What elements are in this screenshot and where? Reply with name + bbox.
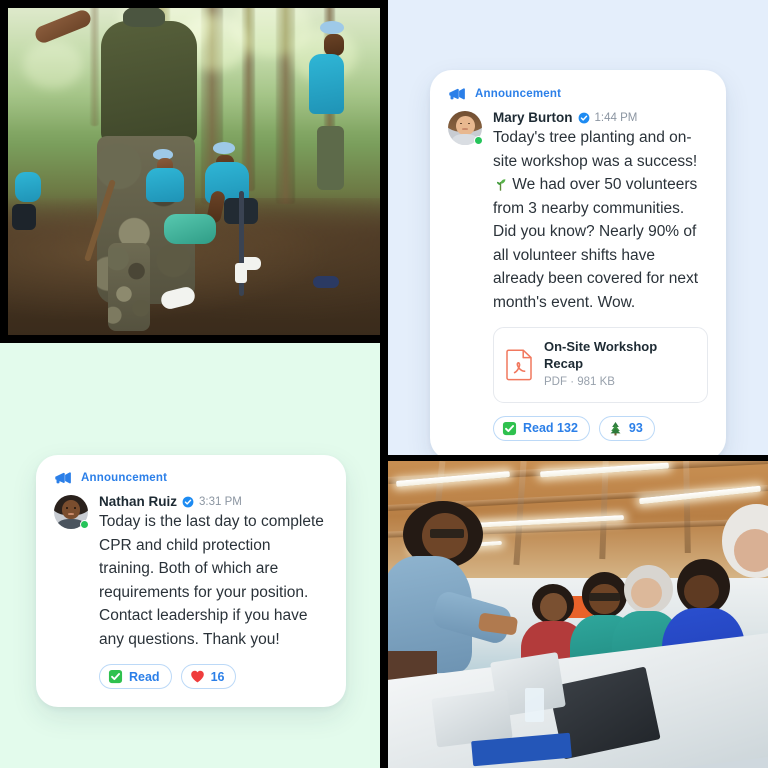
message-text: Today is the last day to complete CPR an… [99,513,324,648]
reaction-pill-read[interactable]: Read [99,664,172,690]
message-text-part-1: Today's tree planting and on-site worksh… [493,129,698,170]
pdf-file-icon [506,349,532,381]
green-check-emoji [502,421,517,435]
reaction-label: 93 [628,421,643,436]
workshop-scene [388,461,768,768]
message-timestamp: 1:44 PM [594,111,638,124]
online-status-dot [474,136,483,145]
photo-workshop [388,461,768,768]
reaction-pill-read[interactable]: Read 132 [493,415,590,441]
evergreen-tree-emoji [610,421,621,436]
red-heart-emoji [190,671,204,683]
panel-announcement-nathan: Announcement Nathan Ruiz 3:31 PM Today i… [0,343,380,768]
green-check-emoji [108,670,123,684]
verified-check-icon [182,496,194,507]
message-text: Today's tree planting and on-site worksh… [493,126,708,314]
message-text-part-2: We had over 50 volunteers from 3 nearby … [493,176,699,311]
sender-line: Nathan Ruiz 3:31 PM [99,494,328,509]
message-timestamp: 3:31 PM [199,495,242,508]
announcement-card-mary[interactable]: Announcement Mary Burton 1:44 PM Today's… [430,70,726,455]
sender-name: Nathan Ruiz [99,494,178,509]
reaction-label: Read [129,669,160,684]
announcement-label: Announcement [475,88,562,100]
attachment-meta: PDF · 981 KB [544,376,615,389]
reaction-pill-tree[interactable]: 93 [598,415,655,441]
attachment-name: On-Site Workshop Recap [544,339,658,372]
sender-line: Mary Burton 1:44 PM [493,110,708,125]
avatar[interactable] [54,495,89,529]
online-status-dot [80,520,89,529]
announcement-card-nathan[interactable]: Announcement Nathan Ruiz 3:31 PM Today i… [36,455,346,708]
reaction-bar: Read 132 93 [493,415,708,441]
panel-announcement-mary: Announcement Mary Burton 1:44 PM Today's… [388,0,768,455]
verified-check-icon [578,112,589,123]
announcement-badge: Announcement [448,87,708,101]
file-attachment[interactable]: On-Site Workshop Recap PDF · 981 KB [493,327,708,403]
image-mosaic: Announcement Mary Burton 1:44 PM Today's… [0,0,768,768]
reaction-bar: Read 16 [99,664,328,690]
megaphone-icon [449,88,465,100]
seedling-emoji [496,179,506,191]
avatar[interactable] [448,111,483,145]
announcement-badge: Announcement [54,471,328,485]
forest-scene [8,8,380,335]
photo-tree-planting [8,8,380,335]
sender-name: Mary Burton [493,110,573,125]
announcement-label: Announcement [81,472,168,484]
reaction-label: 16 [210,669,225,684]
reaction-pill-heart[interactable]: 16 [180,664,237,690]
megaphone-icon [55,472,71,484]
reaction-label: Read 132 [523,421,578,436]
